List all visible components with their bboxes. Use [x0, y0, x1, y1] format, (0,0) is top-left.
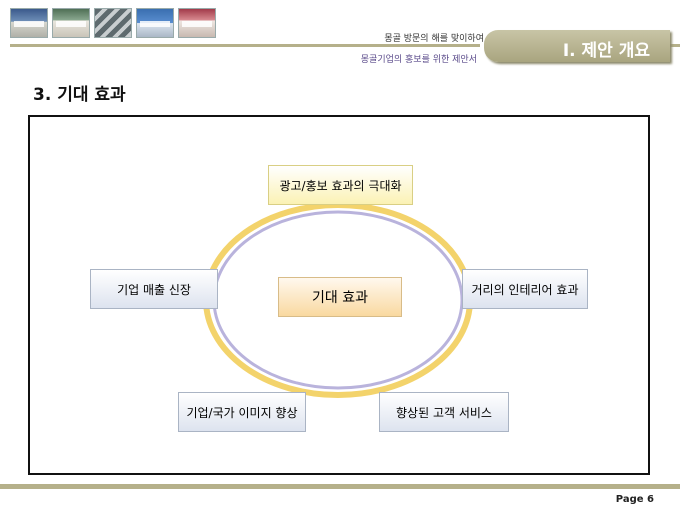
section-title: I. 제안 개요	[562, 41, 650, 61]
storefront-photo-3	[94, 8, 132, 38]
storefront-photo-5	[178, 8, 216, 38]
storefront-photo-4	[136, 8, 174, 38]
storefront-photo-2	[52, 8, 90, 38]
effect-node-left: 기업 매출 신장	[90, 269, 218, 309]
header-photo-strip	[10, 8, 216, 38]
page-number: Page 6	[615, 494, 654, 505]
effect-node-center: 기대 효과	[278, 277, 402, 317]
page-heading: 3. 기대 효과	[33, 85, 126, 105]
storefront-photo-1	[10, 8, 48, 38]
effect-node-top: 광고/홍보 효과의 극대화	[268, 165, 413, 205]
footer-rule	[0, 484, 680, 489]
section-title-tab: I. 제안 개요	[484, 30, 670, 62]
diagram-frame: 광고/홍보 효과의 극대화 기업 매출 신장 거리의 인테리어 효과 기대 효과…	[28, 115, 650, 475]
effect-node-right: 거리의 인테리어 효과	[462, 269, 588, 309]
effect-node-bottom-left: 기업/국가 이미지 향상	[178, 392, 306, 432]
header-subtitle-line2: 몽골기업의 홍보를 위한 제안서	[360, 55, 477, 65]
header-rule	[10, 44, 480, 47]
header-subtitle-line1: 몽골 방문의 해를 맞이하여	[384, 34, 484, 44]
effect-node-bottom-right: 향상된 고객 서비스	[379, 392, 509, 432]
